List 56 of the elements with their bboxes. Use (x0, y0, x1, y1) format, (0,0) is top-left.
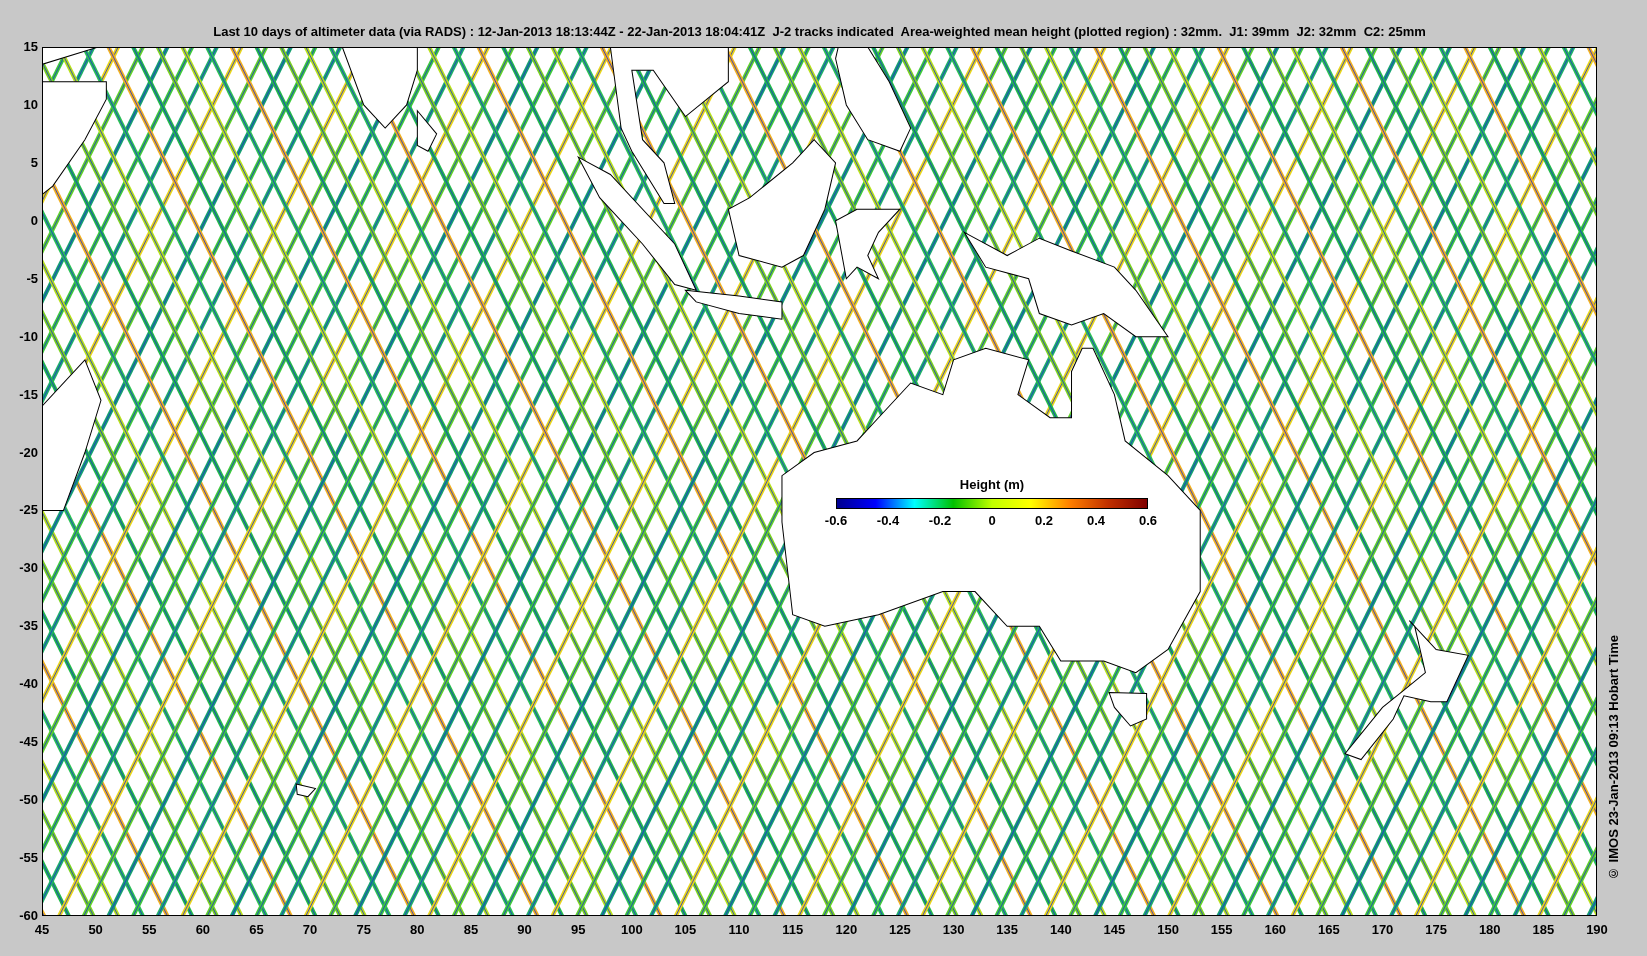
x-tick-label: 145 (1102, 921, 1127, 939)
x-tick-label: 85 (462, 921, 480, 939)
colorbar-tick-label: -0.2 (927, 511, 953, 530)
y-tick-label: -60 (18, 908, 38, 924)
x-tick-label: 150 (1156, 921, 1180, 939)
y-tick-label: -10 (18, 328, 38, 345)
colorbar-tick-label: 0.2 (1033, 511, 1055, 530)
x-tick-label: 160 (1263, 921, 1288, 939)
y-tick-label: -25 (18, 502, 38, 519)
y-tick-label: -50 (18, 792, 38, 809)
x-tick-label: 140 (1048, 921, 1073, 939)
x-tick-label: 135 (995, 921, 1019, 939)
x-tick-label: 65 (248, 921, 265, 939)
x-tick-label: 170 (1370, 921, 1395, 939)
y-tick-label: -15 (18, 386, 38, 403)
y-tick-label: 5 (29, 154, 38, 171)
y-tick-label: -20 (18, 444, 38, 461)
colorbar-tick-label: 0.6 (1137, 511, 1159, 530)
x-tick-label: 100 (619, 921, 644, 939)
x-tick-label: 90 (516, 921, 533, 939)
x-tick-label: 45 (33, 921, 51, 939)
x-tick-label: 55 (141, 921, 158, 939)
colorbar-tick-label: 0.4 (1085, 511, 1107, 530)
x-tick-label: 80 (409, 921, 426, 939)
x-tick-label: 175 (1424, 921, 1448, 939)
x-tick-label: 75 (355, 921, 372, 939)
x-tick-label: 130 (941, 921, 966, 939)
y-tick-label: -40 (18, 676, 38, 693)
y-tick-label: 15 (22, 39, 38, 55)
x-tick-label: 190 (1585, 921, 1609, 939)
y-tick-label: -35 (18, 618, 38, 635)
x-tick-label: 115 (781, 921, 805, 939)
colorbar-title: Height (m) (959, 476, 1025, 494)
x-tick-label: 185 (1531, 921, 1556, 939)
y-tick-label: -45 (18, 734, 38, 751)
y-tick-label: -5 (25, 270, 38, 287)
x-tick-label: 155 (1209, 921, 1234, 939)
y-tick-label: -30 (18, 560, 38, 577)
x-tick-label: 120 (834, 921, 859, 939)
x-tick-label: 180 (1477, 921, 1502, 939)
y-tick-label: 10 (22, 96, 38, 113)
plot-title: Last 10 days of altimeter data (via RADS) : 12-Jan-2013 18:13:44Z - 22-Jan-2013 18:04:41Z J-2 tracks indicated Area-weighted mean height (plotted region) : 32mm. J1: 39mm J2: 32mm C2: 25mm (212, 23, 1427, 41)
colorbar-tick-label: -0.4 (875, 511, 901, 530)
x-tick-label: 125 (888, 921, 912, 939)
y-tick-label: 0 (29, 212, 38, 229)
colorbar-tick-label: -0.6 (823, 511, 849, 530)
y-tick-label: -55 (18, 850, 38, 867)
credit-text: © IMOS 23-Jan-2013 09:13 Hobart Time (1605, 634, 1622, 883)
colorbar-tick-label: 0 (987, 511, 997, 530)
x-tick-label: 50 (87, 921, 104, 939)
x-tick-label: 70 (301, 921, 319, 939)
x-tick-label: 110 (727, 921, 751, 939)
x-tick-label: 95 (569, 921, 587, 939)
x-tick-label: 60 (194, 921, 212, 939)
x-tick-label: 105 (673, 921, 698, 939)
x-tick-label: 165 (1317, 921, 1341, 939)
